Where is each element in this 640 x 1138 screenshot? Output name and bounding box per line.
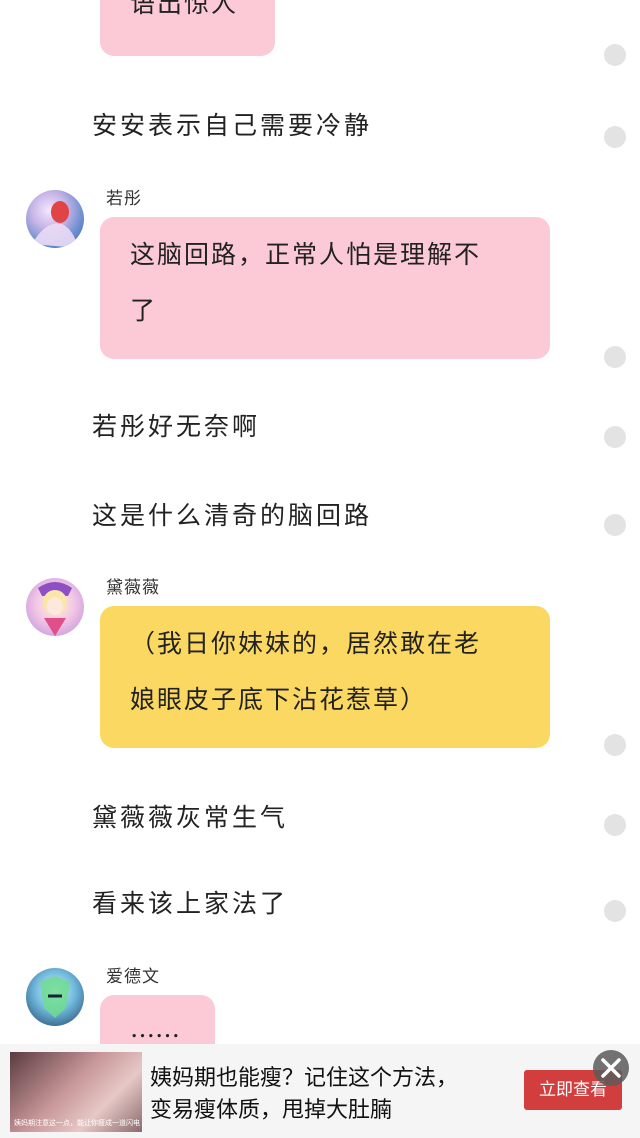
status-dot <box>604 426 626 448</box>
sender-name: 爱德文 <box>106 967 160 987</box>
message-text-line1: （我日你妹妹的，居然敢在老 <box>130 629 482 658</box>
close-icon[interactable] <box>593 1050 629 1086</box>
message-bubble-2: 这脑回路，正常人怕是理解不 了 <box>100 217 550 359</box>
sender-name: 黛薇薇 <box>106 578 160 598</box>
ad-image[interactable]: 姨妈期注意这一点，能让你瘦成一道闪电 <box>10 1052 142 1132</box>
message-text-line1: 这脑回路，正常人怕是理解不 <box>130 240 482 269</box>
narration-line: 看来该上家法了 <box>92 889 289 918</box>
avatar-art <box>38 582 72 636</box>
message-bubble-1: 语出惊人 <box>100 0 275 56</box>
avatar[interactable] <box>26 968 84 1026</box>
status-dot <box>604 126 626 148</box>
avatar[interactable] <box>26 190 84 248</box>
avatar-art <box>32 201 78 248</box>
narration-line: 这是什么清奇的脑回路 <box>92 501 373 530</box>
ad-banner[interactable]: 姨妈期注意这一点，能让你瘦成一道闪电 姨妈期也能瘦？记住这个方法， 变易瘦体质，… <box>0 1044 640 1138</box>
status-dot <box>604 900 626 922</box>
ad-image-caption: 姨妈期注意这一点，能让你瘦成一道闪电 <box>14 1119 140 1127</box>
narration-line: 安安表示自己需要冷静 <box>92 111 373 140</box>
avatar-art <box>40 976 70 1018</box>
message-text-line2: 了 <box>130 296 158 325</box>
message-text: 语出惊人 <box>130 0 239 18</box>
narration-line: 黛薇薇灰常生气 <box>92 803 289 832</box>
ad-title-line2[interactable]: 变易瘦体质，甩掉大肚腩 <box>150 1092 392 1124</box>
sender-name: 若彤 <box>106 189 142 209</box>
ad-title-line1[interactable]: 姨妈期也能瘦？记住这个方法， <box>150 1060 458 1092</box>
status-dot <box>604 734 626 756</box>
message-bubble-3: （我日你妹妹的，居然敢在老 娘眼皮子底下沾花惹草） <box>100 606 550 748</box>
narration-line: 若彤好无奈啊 <box>92 412 261 441</box>
status-dot <box>604 44 626 66</box>
close-glyph <box>601 1058 621 1078</box>
message-text-line2: 娘眼皮子底下沾花惹草） <box>130 685 428 714</box>
status-dot <box>604 346 626 368</box>
avatar[interactable] <box>26 578 84 636</box>
status-dot <box>604 514 626 536</box>
status-dot <box>604 814 626 836</box>
